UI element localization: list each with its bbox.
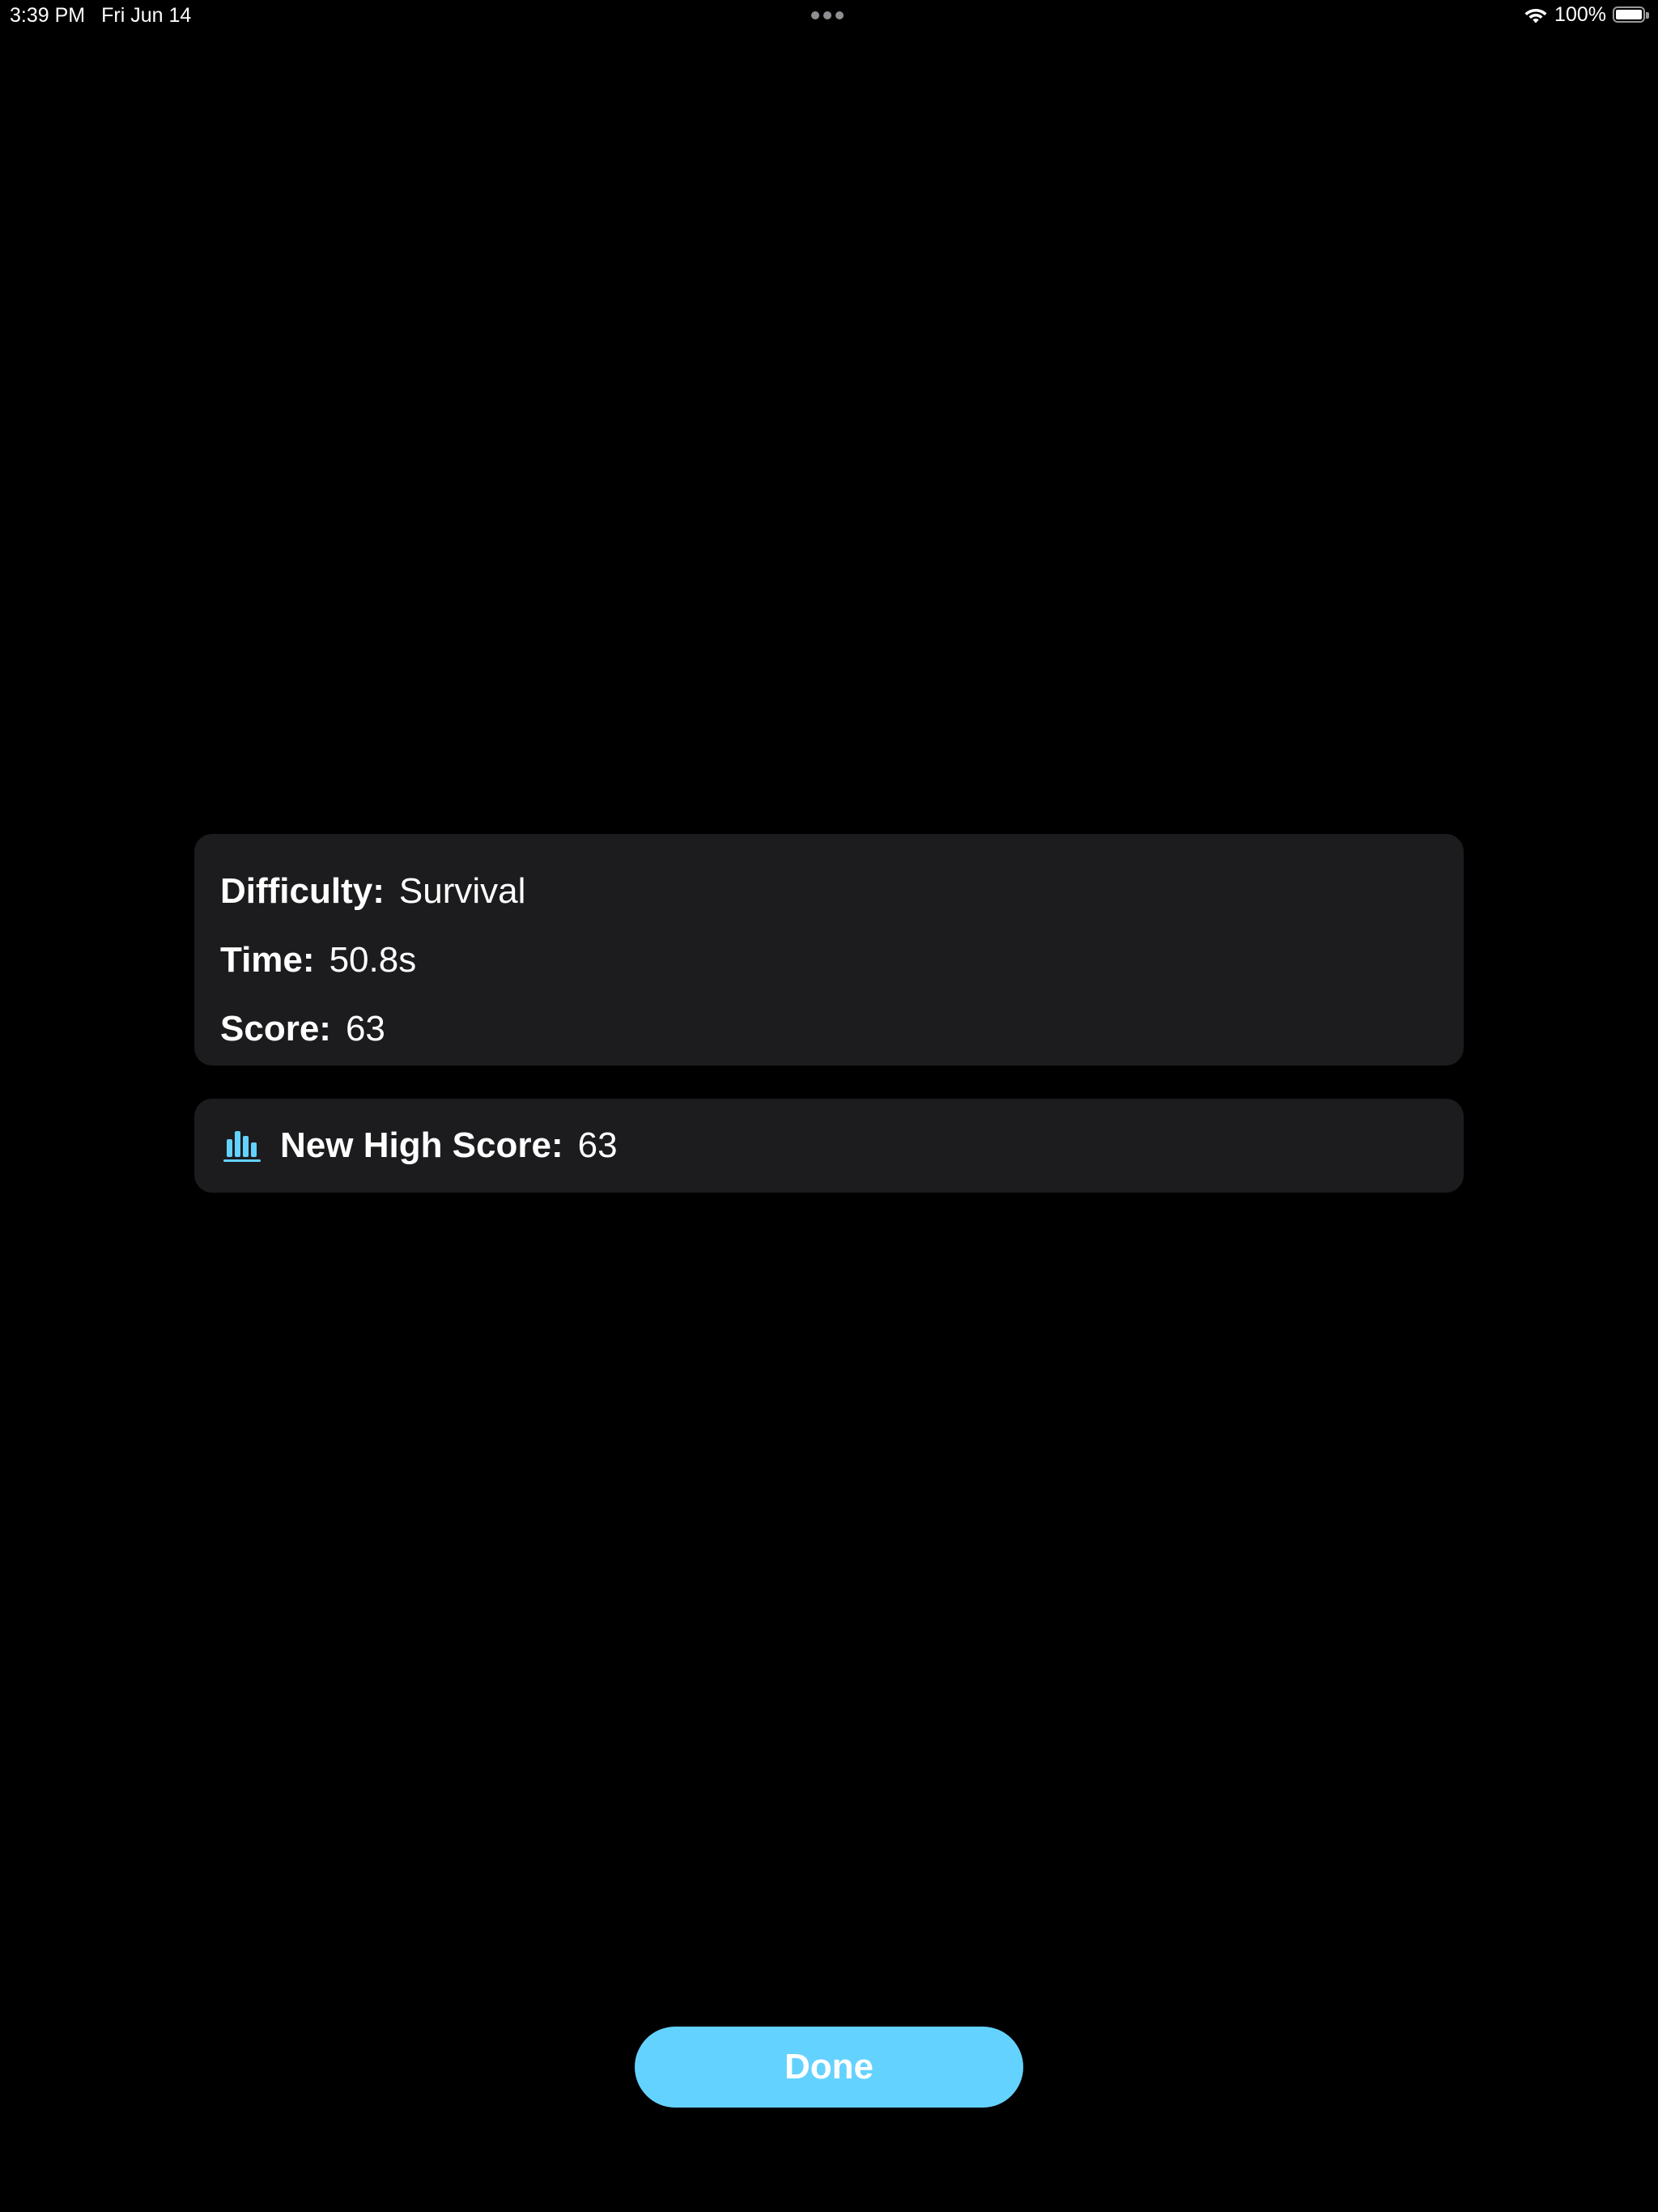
battery-percentage: 100%: [1554, 3, 1606, 26]
score-row: Score: 63: [220, 994, 1464, 1063]
high-score-label: New High Score:: [280, 1125, 563, 1165]
difficulty-row: Difficulty: Survival: [220, 857, 1464, 925]
battery-icon: [1613, 6, 1650, 24]
status-time: 3:39 PM: [10, 4, 86, 27]
score-value: 63: [345, 1008, 385, 1049]
wifi-icon: [1524, 8, 1547, 23]
chart-bar-icon: [223, 1131, 261, 1162]
status-date: Fri Jun 14: [101, 4, 192, 27]
time-label: Time:: [220, 939, 315, 980]
difficulty-label: Difficulty:: [220, 870, 385, 911]
time-row: Time: 50.8s: [220, 925, 1464, 994]
dot: [823, 11, 831, 19]
dot: [811, 11, 819, 19]
difficulty-value: Survival: [398, 870, 526, 911]
status-bar: 3:39 PM Fri Jun 14 100%: [0, 0, 1658, 32]
game-summary-card: Difficulty: Survival Time: 50.8s Score: …: [194, 834, 1464, 1066]
dot: [835, 11, 844, 19]
time-value: 50.8s: [329, 939, 417, 980]
high-score-value: 63: [577, 1125, 618, 1165]
status-time-date: 3:39 PM Fri Jun 14: [10, 4, 191, 28]
status-indicators: 100%: [1524, 3, 1650, 27]
score-label: Score:: [220, 1008, 331, 1049]
done-button[interactable]: Done: [635, 2027, 1023, 2108]
multitasking-dots-icon[interactable]: [811, 11, 844, 19]
high-score-card: New High Score: 63: [194, 1099, 1464, 1193]
